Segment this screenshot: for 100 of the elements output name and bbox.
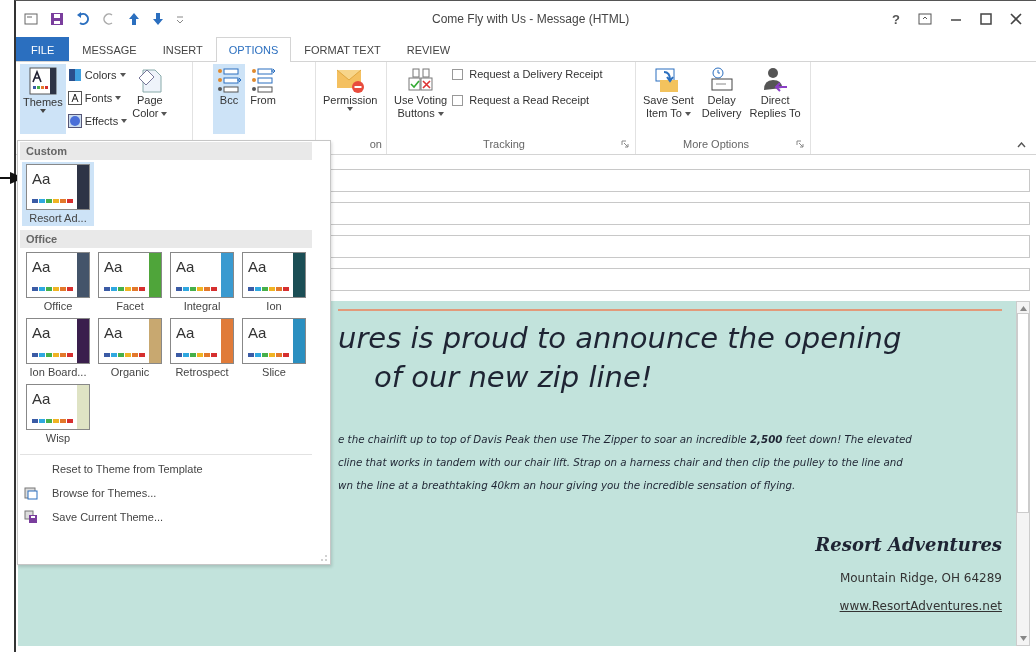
maximize-icon[interactable]: [980, 13, 992, 25]
menu-command[interactable]: Save Current Theme...: [20, 505, 312, 529]
website-link[interactable]: www.ResortAdventures.net: [839, 599, 1002, 613]
theme-name: Resort Ad...: [29, 212, 87, 224]
theme-option[interactable]: Aa Slice: [238, 316, 310, 380]
direct-replies-button[interactable]: Direct Replies To: [746, 64, 804, 134]
signature-name: Resort Adventures: [815, 534, 1002, 555]
theme-name: Slice: [262, 366, 286, 378]
sample-text: Aa: [176, 258, 195, 275]
caret-icon: [347, 107, 354, 111]
window-title: Come Fly with Us - Message (HTML): [431, 12, 631, 26]
voting-buttons-button[interactable]: Use Voting Buttons: [391, 64, 451, 134]
scroll-up-icon[interactable]: [1019, 306, 1027, 311]
color-swatch-icon: [67, 67, 82, 82]
menu-command[interactable]: Browse for Themes...: [20, 481, 312, 505]
caret-icon: [115, 95, 122, 100]
close-icon[interactable]: [1010, 13, 1022, 25]
sample-text: Aa: [248, 258, 267, 275]
effects-button[interactable]: Effects: [67, 110, 128, 131]
signature-address: Mountain Ridge, OH 64289: [839, 571, 1002, 585]
menu-command[interactable]: Reset to Theme from Template: [20, 457, 312, 481]
theme-option[interactable]: Aa Retrospect: [166, 316, 238, 380]
headline: ures is proud to announce the opening: [338, 320, 903, 357]
theme-option[interactable]: Aa Ion: [238, 250, 310, 314]
address-list-icon: [250, 66, 276, 94]
headline: of our new zip line!: [373, 359, 654, 396]
person-icon: [761, 66, 790, 94]
dialog-launcher-icon[interactable]: [796, 140, 804, 148]
font-icon: [67, 90, 82, 105]
customize-icon[interactable]: [176, 14, 184, 24]
paragraph-line: e the chairlift up to top of Davis Peak then use The Zipper to soar an incredible 2,500 feet down! The elevated: [338, 432, 913, 447]
caret-icon: [39, 109, 46, 113]
envelope-icon[interactable]: [24, 13, 38, 25]
theme-name: Ion: [266, 300, 282, 312]
theme-option[interactable]: Aa Wisp: [22, 382, 94, 446]
ribbon-tab[interactable]: OPTIONS: [215, 37, 292, 62]
caret-icon: [161, 111, 168, 116]
collapse-ribbon-icon[interactable]: [1017, 142, 1026, 148]
save-icon[interactable]: [50, 12, 64, 26]
theme-name: Organic: [110, 366, 150, 378]
ballot-icon: [405, 66, 436, 94]
group-label: on: [368, 138, 382, 152]
sample-text: Aa: [32, 258, 51, 275]
theme-name: Ion Board...: [29, 366, 87, 378]
theme-name: Wisp: [45, 432, 71, 444]
page-color-button[interactable]: Page Color: [129, 64, 171, 134]
sample-text: Aa: [104, 324, 123, 341]
caret-icon: [437, 111, 444, 116]
theme-option[interactable]: Aa Organic: [94, 316, 166, 380]
group-label: More Options: [682, 138, 750, 152]
theme-option[interactable]: Aa Ion Board...: [22, 316, 94, 380]
theme-option[interactable]: Aa Integral: [166, 250, 238, 314]
address-list-icon: [216, 66, 242, 94]
scroll-down-icon[interactable]: [1019, 636, 1027, 641]
section-heading: Office: [20, 230, 312, 248]
permission-button[interactable]: Permission: [320, 64, 381, 134]
ribbon-display-icon[interactable]: [918, 13, 932, 25]
theme-option[interactable]: Aa Facet: [94, 250, 166, 314]
from-button[interactable]: From: [247, 64, 279, 134]
dialog-launcher-icon[interactable]: [621, 140, 629, 148]
theme-name: Integral: [183, 300, 221, 312]
bcc-button[interactable]: Bcc: [213, 64, 245, 134]
ribbon-tab[interactable]: INSERT: [149, 37, 216, 61]
save-sent-item-button[interactable]: Save Sent Item To: [640, 64, 697, 134]
theme-name: Facet: [116, 300, 144, 312]
delay-delivery-button[interactable]: Delay Delivery: [698, 64, 745, 134]
ribbon-tab[interactable]: REVIEW: [393, 37, 464, 61]
theme-name: Office: [43, 300, 73, 312]
up-arrow-icon[interactable]: [128, 12, 140, 26]
sample-text: Aa: [248, 324, 267, 341]
down-arrow-icon[interactable]: [152, 12, 164, 26]
caret-icon: [119, 72, 126, 77]
undo-icon[interactable]: [76, 12, 90, 26]
receipt-checkbox[interactable]: Request a Read Receipt: [452, 94, 603, 106]
caret-icon: [121, 118, 128, 123]
resize-grip-icon[interactable]: [321, 555, 327, 561]
sample-text: Aa: [32, 170, 51, 187]
themes-icon: [27, 66, 58, 96]
section-heading: Custom: [20, 142, 312, 160]
colors-button[interactable]: Colors: [67, 64, 128, 85]
scrollbar[interactable]: [1016, 301, 1030, 646]
sample-text: Aa: [32, 390, 51, 407]
group-label: Tracking: [482, 138, 526, 152]
ribbon-tab[interactable]: FORMAT TEXT: [291, 37, 394, 61]
theme-name: Retrospect: [175, 366, 229, 378]
sample-text: Aa: [104, 258, 123, 275]
sample-text: Aa: [32, 324, 51, 341]
receipt-checkbox[interactable]: Request a Delivery Receipt: [452, 68, 603, 80]
effects-icon: [67, 113, 82, 128]
sample-text: Aa: [176, 324, 195, 341]
fonts-button[interactable]: Fonts: [67, 87, 128, 108]
page-icon: [136, 66, 163, 94]
paragraph-line: wn the line at a breathtaking 40km an hour giving you the incredible sensation of flying.: [338, 478, 797, 493]
file-tab[interactable]: FILE: [16, 37, 70, 61]
theme-option[interactable]: Aa Office: [22, 250, 94, 314]
save-icon: [24, 510, 38, 524]
themes-button[interactable]: Themes: [20, 64, 66, 134]
theme-option[interactable]: Aa Resort Ad...: [22, 162, 94, 226]
ribbon-tab[interactable]: MESSAGE: [69, 37, 150, 61]
help-button[interactable]: ?: [892, 11, 900, 27]
